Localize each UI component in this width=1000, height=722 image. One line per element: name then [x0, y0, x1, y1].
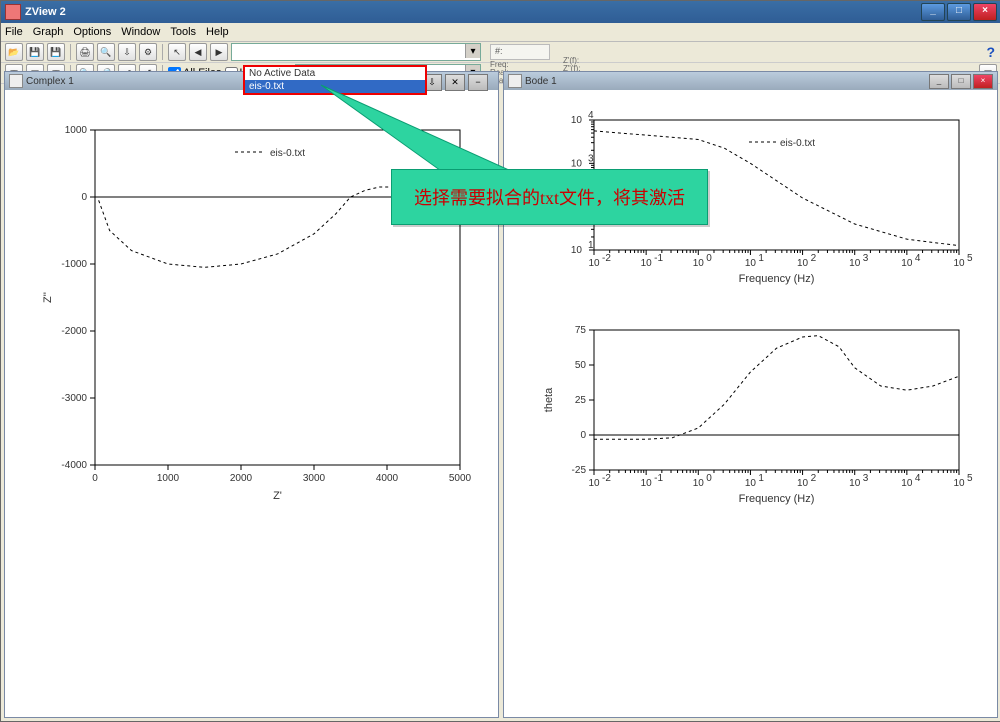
child-window-icon [9, 74, 23, 88]
svg-text:5: 5 [967, 473, 973, 484]
maximize-button[interactable]: □ [947, 3, 971, 21]
svg-text:3: 3 [863, 473, 869, 484]
dropdown-arrow-icon[interactable]: ▾ [465, 44, 480, 58]
menu-tools[interactable]: Tools [170, 26, 196, 38]
svg-text:-1000: -1000 [61, 259, 87, 270]
status-num: #: [495, 46, 503, 56]
svg-text:10: 10 [745, 478, 757, 489]
svg-text:10: 10 [588, 258, 600, 269]
svg-text:2000: 2000 [230, 473, 253, 484]
svg-text:10: 10 [953, 478, 965, 489]
menu-options[interactable]: Options [73, 26, 111, 38]
svg-text:10: 10 [693, 478, 705, 489]
pointer-icon[interactable]: ↖ [168, 43, 186, 61]
svg-text:10: 10 [641, 478, 653, 489]
svg-text:-4000: -4000 [61, 460, 87, 471]
svg-text:1: 1 [588, 240, 594, 251]
svg-text:Frequency (Hz): Frequency (Hz) [739, 273, 815, 285]
tool-icon[interactable]: ⚙ [139, 43, 157, 61]
child-min-button[interactable]: _ [929, 74, 949, 89]
svg-text:3000: 3000 [303, 473, 326, 484]
app-icon [5, 4, 21, 20]
open-icon[interactable]: 📂 [5, 43, 23, 61]
menu-help[interactable]: Help [206, 26, 229, 38]
svg-text:2: 2 [811, 253, 817, 264]
close-button[interactable]: × [973, 3, 997, 21]
svg-text:10: 10 [588, 478, 600, 489]
svg-text:10: 10 [849, 258, 861, 269]
menu-graph[interactable]: Graph [33, 26, 64, 38]
bode-phase-chart: 10-210-1100101102103104105-250255075Freq… [514, 320, 984, 520]
svg-text:-3000: -3000 [61, 393, 87, 404]
svg-text:Z': Z' [273, 490, 282, 502]
svg-text:-1: -1 [654, 253, 663, 264]
svg-text:10: 10 [953, 258, 965, 269]
svg-text:eis-0.txt: eis-0.txt [270, 148, 305, 159]
svg-text:-1: -1 [654, 473, 663, 484]
svg-text:25: 25 [575, 395, 587, 406]
svg-text:10: 10 [849, 478, 861, 489]
svg-text:4000: 4000 [376, 473, 399, 484]
svg-text:4: 4 [915, 253, 921, 264]
svg-text:10: 10 [901, 478, 913, 489]
svg-text:10: 10 [641, 258, 653, 269]
help-icon[interactable]: ? [986, 44, 995, 60]
menubar: File Graph Options Window Tools Help [1, 23, 1000, 42]
app-title: ZView 2 [25, 6, 66, 18]
svg-text:10: 10 [693, 258, 705, 269]
callout-box: 选择需要拟合的txt文件，将其激活 [391, 169, 708, 225]
svg-text:3: 3 [863, 253, 869, 264]
svg-text:Z'': Z'' [42, 292, 54, 303]
svg-text:Frequency (Hz): Frequency (Hz) [739, 493, 815, 505]
svg-text:1: 1 [758, 473, 764, 484]
child-complex-title: Complex 1 [26, 76, 74, 87]
svg-text:10: 10 [571, 245, 583, 256]
callout-text: 选择需要拟合的txt文件，将其激活 [391, 169, 708, 225]
svg-text:10: 10 [901, 258, 913, 269]
svg-text:1: 1 [758, 253, 764, 264]
back-icon[interactable]: ◀ [189, 43, 207, 61]
status-left: #: [490, 44, 550, 60]
svg-text:-2000: -2000 [61, 326, 87, 337]
svg-text:10: 10 [797, 478, 809, 489]
svg-text:-25: -25 [572, 465, 587, 476]
export-icon[interactable]: ⇩ [118, 43, 136, 61]
saveall-icon[interactable]: 💾 [47, 43, 65, 61]
svg-text:50: 50 [575, 360, 587, 371]
svg-text:-2: -2 [602, 473, 611, 484]
child-close-button[interactable]: × [973, 74, 993, 89]
svg-text:theta: theta [543, 387, 555, 412]
svg-text:4: 4 [915, 473, 921, 484]
save-icon[interactable]: 💾 [26, 43, 44, 61]
svg-text:0: 0 [706, 473, 712, 484]
svg-text:1000: 1000 [65, 125, 88, 136]
app-titlebar: ZView 2 _ □ × [1, 1, 1000, 23]
svg-text:5: 5 [967, 253, 973, 264]
svg-text:2: 2 [811, 473, 817, 484]
menu-file[interactable]: File [5, 26, 23, 38]
child-max-button[interactable]: □ [951, 74, 971, 89]
svg-text:0: 0 [81, 192, 87, 203]
svg-text:-2: -2 [602, 253, 611, 264]
svg-text:0: 0 [92, 473, 98, 484]
menu-window[interactable]: Window [121, 26, 160, 38]
fwd-icon[interactable]: ▶ [210, 43, 228, 61]
svg-text:eis-0.txt: eis-0.txt [780, 138, 815, 149]
svg-text:0: 0 [580, 430, 586, 441]
combo-1[interactable]: ▾ [231, 43, 481, 61]
preview-icon[interactable]: 🔍 [97, 43, 115, 61]
svg-text:10: 10 [745, 258, 757, 269]
window-buttons: _ □ × [921, 3, 997, 21]
svg-text:10: 10 [797, 258, 809, 269]
print-icon[interactable]: 🖨 [76, 43, 94, 61]
svg-text:0: 0 [706, 253, 712, 264]
svg-text:1000: 1000 [157, 473, 180, 484]
dropdown-option-0[interactable]: No Active Data [245, 67, 425, 80]
minimize-button[interactable]: _ [921, 3, 945, 21]
svg-text:5000: 5000 [449, 473, 472, 484]
svg-text:75: 75 [575, 325, 587, 336]
